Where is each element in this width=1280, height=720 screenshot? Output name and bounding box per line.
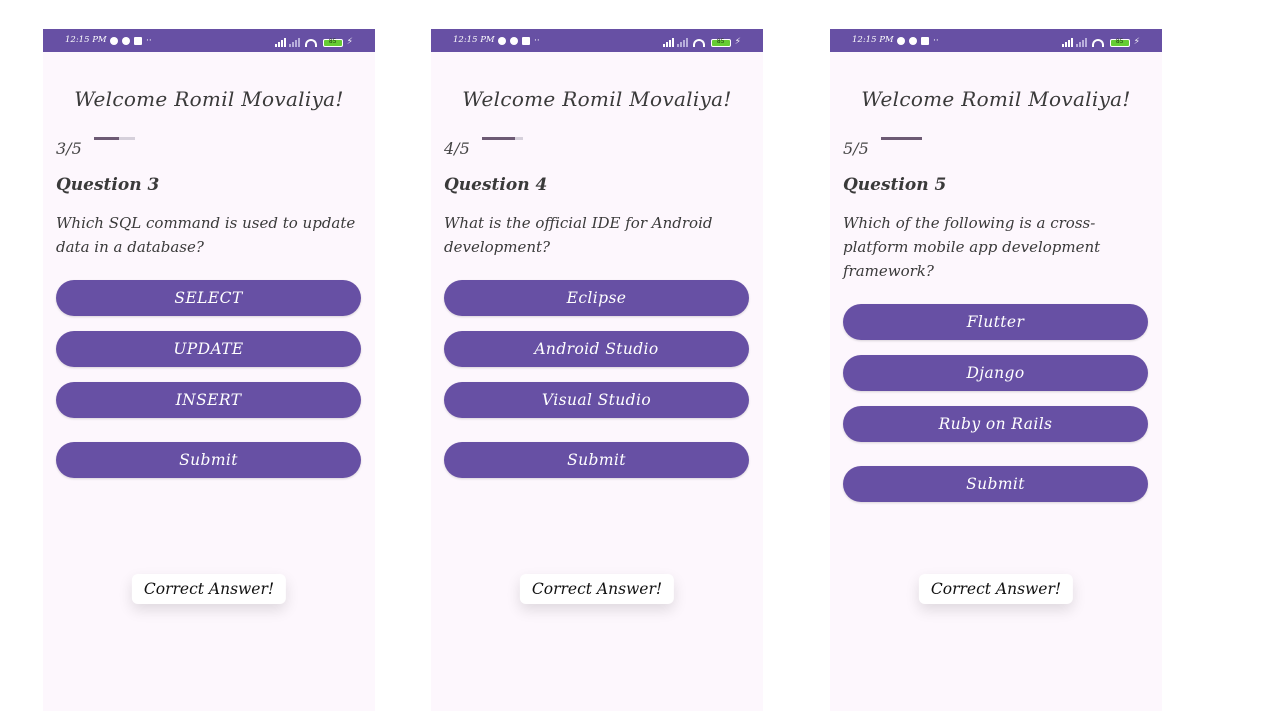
progress-bar [482,137,523,140]
system-icons: 85 ⚡ [662,37,741,47]
submit-button[interactable]: Submit [56,442,361,478]
option-button-1[interactable]: Eclipse [444,280,749,316]
option-button-2[interactable]: UPDATE [56,331,361,367]
signal-secondary-icon [676,38,688,47]
progress-fill [94,137,119,140]
signal-secondary-icon [1075,38,1087,47]
wifi-icon [304,39,317,47]
welcome-title: Welcome Romil Movaliya! [74,87,344,111]
status-bar: 12:15 PM ·· 85 ⚡ [43,29,375,52]
system-icons: 85 ⚡ [274,37,353,47]
submit-button[interactable]: Submit [843,466,1148,502]
question-title: Question 3 [56,175,160,195]
toast-message: Correct Answer! [519,574,675,604]
battery-icon: 85 [710,38,731,47]
toast-message: Correct Answer! [131,574,287,604]
wifi-icon [1091,39,1104,47]
option-button-2[interactable]: Android Studio [444,331,749,367]
option-button-1[interactable]: Flutter [843,304,1148,340]
question-text: What is the official IDE for Android dev… [444,214,713,256]
wifi-icon [692,39,705,47]
progress-label: 3/5 [56,139,82,158]
status-bar: 12:15 PM ·· 85 ⚡ [431,29,763,52]
notification-icons: ·· [498,36,540,46]
battery-level: 85 [328,38,337,45]
notification-icons: ·· [110,36,152,46]
submit-button[interactable]: Submit [444,442,749,478]
progress-bar [94,137,135,140]
progress-fill [881,137,922,140]
progress-label: 4/5 [444,139,470,158]
battery-level: 85 [716,38,725,45]
option-button-1[interactable]: SELECT [56,280,361,316]
chat-icon [110,37,118,45]
signal-secondary-icon [288,38,300,47]
app-icon [909,37,917,45]
app-icon [510,37,518,45]
signal-icon [1061,38,1073,47]
phone-screen-3: 12:15 PM ·· 85 ⚡ Welcome Romil Movaliya!… [830,29,1162,711]
status-time: 12:15 PM [453,35,495,45]
system-icons: 85 ⚡ [1061,37,1140,47]
welcome-title: Welcome Romil Movaliya! [861,87,1131,111]
welcome-title: Welcome Romil Movaliya! [462,87,732,111]
question-text: Which of the following is a cross-platfo… [843,214,1101,280]
signal-icon [662,38,674,47]
app-icon [122,37,130,45]
progress-bar [881,137,922,140]
more-icon: ·· [933,36,939,46]
more-icon: ·· [534,36,540,46]
more-icon: ·· [146,36,152,46]
linkedin-icon [522,37,530,45]
progress-label: 5/5 [843,139,869,158]
linkedin-icon [921,37,929,45]
question-title: Question 4 [444,175,548,195]
chat-icon [498,37,506,45]
status-time: 12:15 PM [852,35,894,45]
question-title: Question 5 [843,175,947,195]
toast-message: Correct Answer! [918,574,1074,604]
chat-icon [897,37,905,45]
notification-icons: ·· [897,36,939,46]
battery-icon: 85 [322,38,343,47]
option-button-2[interactable]: Django [843,355,1148,391]
option-button-3[interactable]: Visual Studio [444,382,749,418]
charging-icon: ⚡ [734,37,741,47]
option-button-3[interactable]: Ruby on Rails [843,406,1148,442]
status-bar: 12:15 PM ·· 85 ⚡ [830,29,1162,52]
signal-icon [274,38,286,47]
status-time: 12:15 PM [65,35,107,45]
charging-icon: ⚡ [346,37,353,47]
linkedin-icon [134,37,142,45]
option-button-3[interactable]: INSERT [56,382,361,418]
question-text: Which SQL command is used to update data… [56,214,356,256]
charging-icon: ⚡ [1133,37,1140,47]
phone-screen-1: 12:15 PM ·· 85 ⚡ Welcome Romil Movaliya!… [43,29,375,711]
phone-screen-2: 12:15 PM ·· 85 ⚡ Welcome Romil Movaliya!… [431,29,763,711]
battery-level: 85 [1115,38,1124,45]
battery-icon: 85 [1109,38,1130,47]
progress-fill [482,137,515,140]
